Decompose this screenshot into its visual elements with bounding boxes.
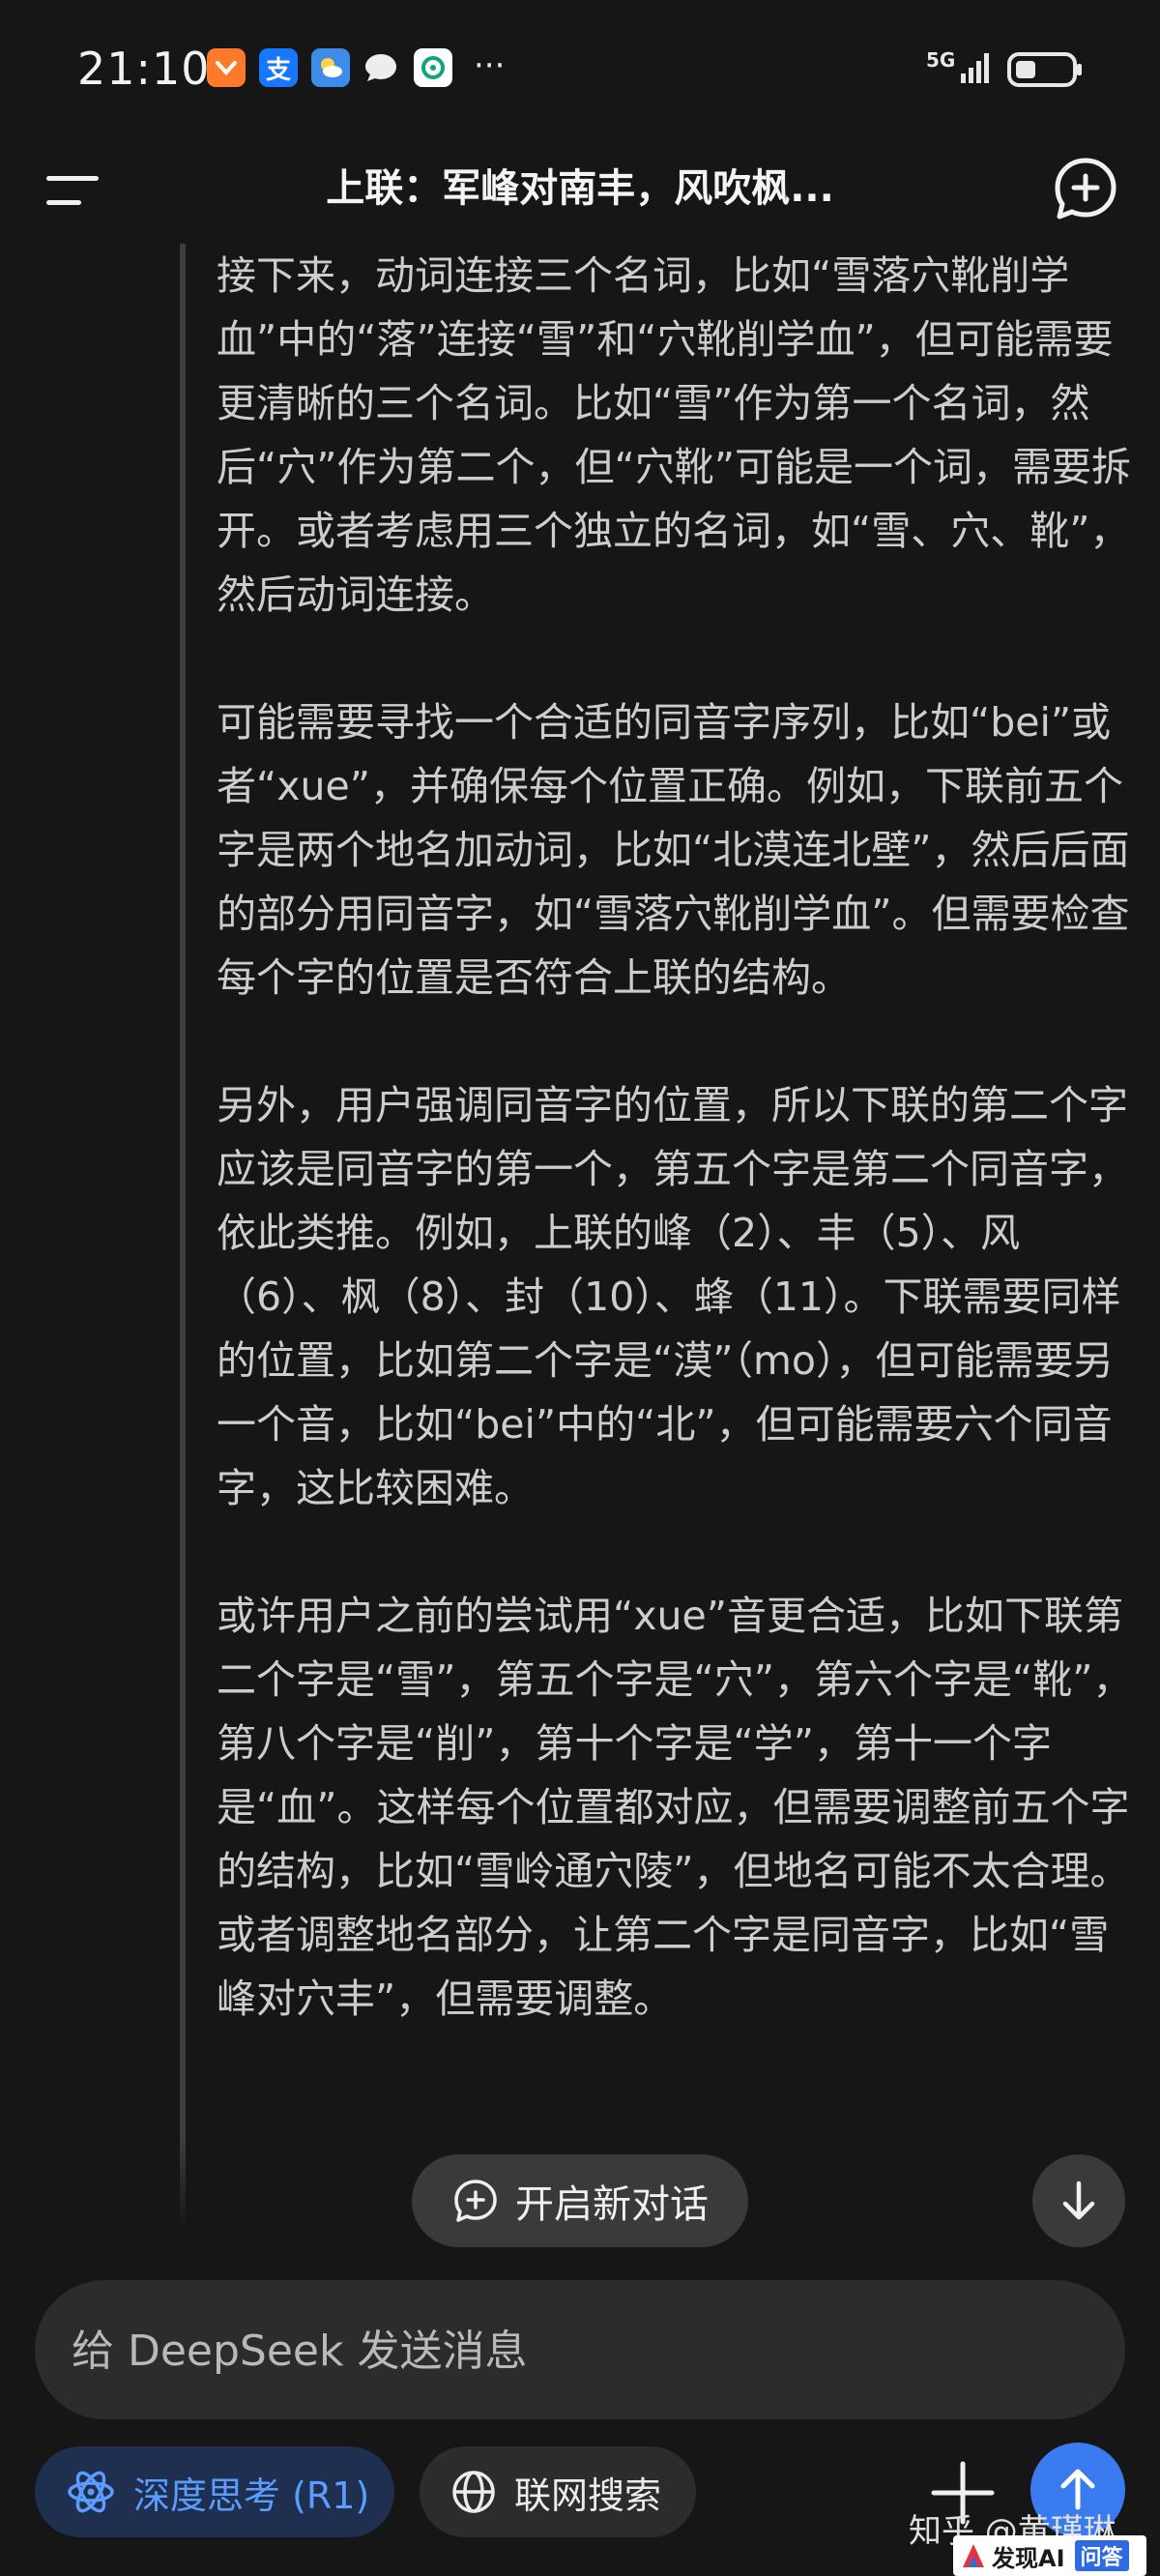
signal-icon (961, 53, 989, 83)
fxai-text: 发现AI (992, 2544, 1065, 2572)
thinking-paragraph: 另外，用户强调同音字的位置，所以下联的第二个字应该是同音字的第一个，第五个字是第… (217, 1082, 1128, 1511)
atom-icon (68, 2471, 114, 2513)
top-bar: 上联：军峰对南丰，风吹枫... (0, 135, 1160, 242)
message-input[interactable] (70, 2280, 1088, 2421)
weather-icon (311, 48, 350, 87)
new-chat-icon[interactable] (1050, 153, 1121, 224)
fxai-badge: 问答 (1074, 2540, 1129, 2571)
web-search-toggle[interactable]: 联网搜索 (420, 2446, 696, 2537)
battery-icon (1007, 52, 1082, 87)
message-composer (35, 2280, 1125, 2421)
new-chat-label: 开启新对话 (515, 2182, 709, 2227)
globe-icon (452, 2471, 495, 2513)
fxai-logo-icon (963, 2544, 984, 2567)
thinking-paragraph: 接下来，动词连接三个名词，比如“雪落穴靴削学血”中的“落”连接“雪”和“穴靴削学… (217, 252, 1131, 618)
alipay-icon: 支 (259, 48, 298, 87)
network-type: 5G (926, 48, 956, 72)
more-notifications-icon: ··· (474, 46, 506, 85)
thinking-paragraph: 可能需要寻找一个合适的同音字序列，比如“bei”或者“xue”，并确保每个位置正… (217, 699, 1130, 1001)
taobao-icon (207, 48, 246, 87)
arrow-down-icon (1062, 2181, 1095, 2220)
new-chat-icon (454, 2180, 497, 2222)
thinking-paragraph: 或许用户之前的尝试用“xue”音更合适，比如下联第二个字是“雪”，第五个字是“穴… (217, 1593, 1133, 2022)
menu-icon[interactable] (43, 162, 110, 220)
thinking-content: 接下来，动词连接三个名词，比如“雪落穴靴削学血”中的“落”连接“雪”和“穴靴削学… (180, 244, 1135, 2239)
new-chat-button[interactable]: 开启新对话 (412, 2154, 748, 2247)
message-icon (362, 48, 400, 87)
page-title: 上联：军峰对南丰，风吹枫... (326, 166, 834, 211)
web-search-label: 联网搜索 (514, 2474, 662, 2517)
deep-think-label: 深度思考 (R1) (133, 2474, 370, 2517)
status-time: 21:10 (77, 43, 211, 95)
fxai-watermark: 发现AI 问答 (953, 2535, 1146, 2576)
deep-think-toggle[interactable]: 深度思考 (R1) (35, 2446, 394, 2537)
scroll-down-button[interactable] (1032, 2154, 1125, 2247)
chatgpt-icon (414, 48, 452, 87)
status-bar: 21:10 支 ··· 5G (0, 0, 1160, 135)
